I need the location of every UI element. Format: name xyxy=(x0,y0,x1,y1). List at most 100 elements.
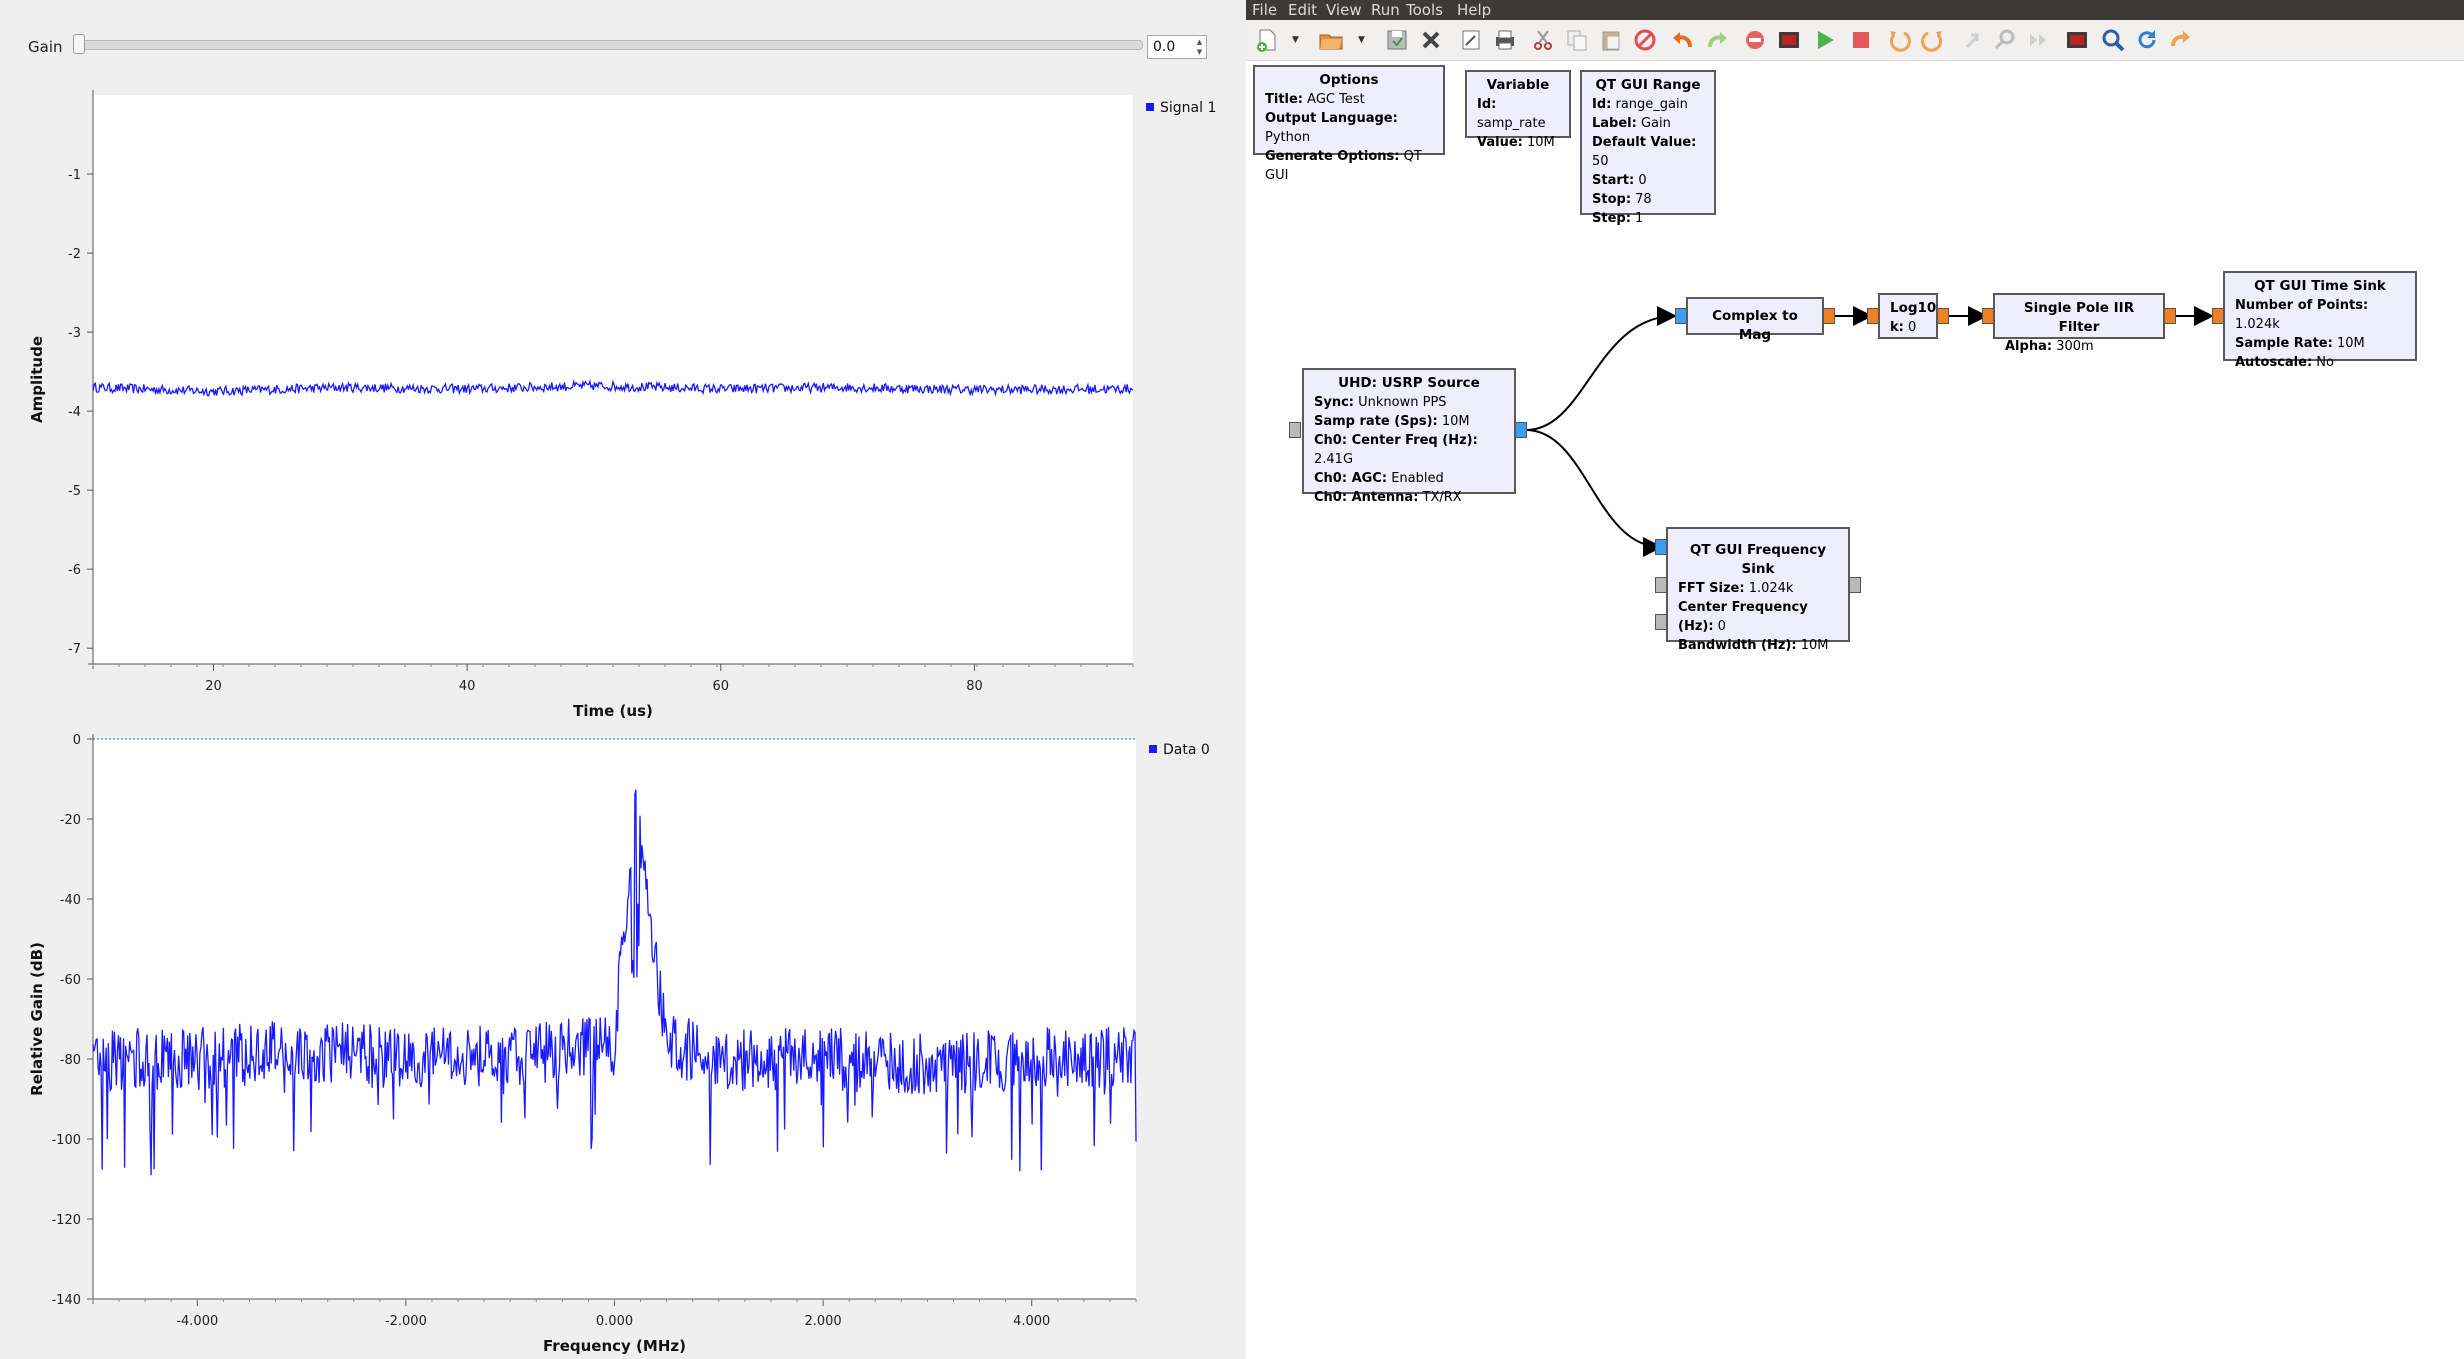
param-value: 2.41G xyxy=(1314,452,1354,467)
open-icon[interactable] xyxy=(1318,27,1344,53)
y-tick-label: -6 xyxy=(68,563,81,578)
reload-icon[interactable] xyxy=(2134,27,2160,53)
block-complex-to-mag[interactable]: Complex to Mag xyxy=(1686,297,1824,343)
menu-view[interactable]: View xyxy=(1326,1,1362,19)
param-value: 10M xyxy=(1441,414,1470,429)
wire-usrp-to-freqsink xyxy=(1525,429,1663,557)
y-tick-label: -2 xyxy=(68,247,81,262)
c2mag-input-port[interactable] xyxy=(1675,308,1687,324)
block-qt-gui-time-sink[interactable]: QT GUI Time Sink Number of Points: 1.024… xyxy=(2223,271,2417,370)
block-options[interactable]: Options Title: AGC Test Output Language:… xyxy=(1253,65,1445,183)
log10-output-port[interactable] xyxy=(1937,308,1949,324)
paste-icon[interactable] xyxy=(1598,27,1624,53)
param-value: Python xyxy=(1265,130,1311,145)
param-key: Alpha: xyxy=(2005,339,2053,354)
connection-wires xyxy=(1525,306,2214,557)
kill-icon[interactable] xyxy=(1848,27,1874,53)
param-value: No xyxy=(2316,355,2334,370)
log10-input-port[interactable] xyxy=(1867,308,1879,324)
block-qt-gui-freq-sink[interactable]: QT GUI Frequency Sink FFT Size: 1.024k C… xyxy=(1666,527,1850,653)
screenshot-icon[interactable] xyxy=(2064,27,2090,53)
param-key: Start: xyxy=(1592,173,1635,188)
print-icon[interactable] xyxy=(1492,27,1518,53)
rotate-cw-icon[interactable] xyxy=(1920,27,1946,53)
chevron-down-icon[interactable]: ▼ xyxy=(1358,35,1365,45)
y-tick-label: -4 xyxy=(68,405,81,420)
freqsink-msg-output-port[interactable] xyxy=(1849,577,1861,593)
menu-edit[interactable]: Edit xyxy=(1288,1,1317,19)
menu-tools[interactable]: Tools xyxy=(1406,1,1443,19)
legend-label: Data 0 xyxy=(1163,742,1210,758)
iir-output-port[interactable] xyxy=(2164,308,2176,324)
timesink-input-port[interactable] xyxy=(2212,308,2224,324)
param-value: range_gain xyxy=(1615,97,1688,112)
param-value: 10M xyxy=(1527,135,1555,150)
generate-icon[interactable] xyxy=(1776,27,1802,53)
search-icon[interactable] xyxy=(2100,27,2126,53)
menu-file[interactable]: File xyxy=(1252,1,1277,19)
block-title: QT GUI Range xyxy=(1595,77,1701,93)
flowgraph-canvas[interactable]: Options Title: AGC Test Output Language:… xyxy=(1246,61,2464,1359)
c2mag-output-port[interactable] xyxy=(1823,308,1835,324)
x-axis-label: Time (us) xyxy=(573,702,653,720)
block-title: Variable xyxy=(1486,77,1550,93)
menu-help[interactable]: Help xyxy=(1457,1,1491,19)
execute-icon[interactable] xyxy=(1812,27,1838,53)
param-value: 1 xyxy=(1635,211,1644,226)
iir-input-port[interactable] xyxy=(1982,308,1994,324)
wire-usrp-to-c2mag xyxy=(1525,306,1677,431)
properties-icon[interactable] xyxy=(1458,27,1484,53)
block-qt-gui-range[interactable]: QT GUI Range Id: range_gain Label: Gain … xyxy=(1580,70,1716,226)
cut-icon[interactable] xyxy=(1530,27,1556,53)
param-key: Ch0: Antenna: xyxy=(1314,490,1419,505)
param-value: Gain xyxy=(1640,116,1671,131)
x-tick-label: 0.000 xyxy=(596,1314,633,1329)
menu-bar: File Edit View Run Tools Help xyxy=(1246,0,2464,20)
block-usrp-source[interactable]: UHD: USRP Source Sync: Unknown PPS Samp … xyxy=(1302,368,1516,505)
disable-icon[interactable] xyxy=(1742,27,1768,53)
x-tick-label: 60 xyxy=(713,679,730,694)
param-key: Sample Rate: xyxy=(2235,336,2333,351)
param-key: Id: xyxy=(1592,97,1612,112)
freqsink-msg-port[interactable] xyxy=(1655,614,1667,630)
rotate-ccw-icon[interactable] xyxy=(1886,27,1912,53)
param-key: Ch0: AGC: xyxy=(1314,471,1388,486)
save-icon[interactable] xyxy=(1384,27,1410,53)
param-value: 10M xyxy=(1800,638,1829,653)
param-key: Ch0: Center Freq (Hz): xyxy=(1314,433,1478,448)
menu-run[interactable]: Run xyxy=(1371,1,1400,19)
block-title: Single Pole IIR Filter xyxy=(2023,300,2135,335)
param-value: 10M xyxy=(2336,336,2365,351)
delete-icon[interactable] xyxy=(1632,27,1658,53)
param-key: Samp rate (Sps): xyxy=(1314,414,1438,429)
new-icon[interactable] xyxy=(1254,27,1280,53)
block-title: Complex to Mag xyxy=(1712,308,1798,343)
y-tick-label: -1 xyxy=(68,168,81,183)
y-tick-label: -140 xyxy=(51,1293,81,1308)
param-value: 78 xyxy=(1635,192,1652,207)
param-key: Sync: xyxy=(1314,395,1354,410)
usrp-input-port[interactable] xyxy=(1289,422,1301,438)
redo-icon[interactable] xyxy=(1704,27,1730,53)
copy-icon[interactable] xyxy=(1564,27,1590,53)
freq-sink-plot: 0 -20 -40 -60 -80 -100 -120 -140 -4.000 -2.000 0.0… xyxy=(28,733,1210,1355)
enable-icon[interactable] xyxy=(1958,27,1984,53)
more-icon[interactable] xyxy=(2168,27,2194,53)
param-value: 1.024k xyxy=(2235,317,2280,332)
freqsink-msg-port[interactable] xyxy=(1655,577,1667,593)
x-axis-label: Frequency (MHz) xyxy=(543,1337,686,1355)
find-icon[interactable] xyxy=(1992,27,2018,53)
undo-icon[interactable] xyxy=(1670,27,1696,53)
chevron-down-icon[interactable]: ▼ xyxy=(1292,35,1299,45)
usrp-output-port[interactable] xyxy=(1515,422,1527,438)
param-key: Default Value: xyxy=(1592,135,1697,150)
block-log10[interactable]: Log10 k: 0 xyxy=(1878,293,1938,339)
legend-label: Signal 1 xyxy=(1160,100,1216,116)
block-variable[interactable]: Variable Id: samp_rate Value: 10M xyxy=(1465,70,1571,150)
freqsink-input-port[interactable] xyxy=(1655,539,1667,555)
bypass-icon[interactable] xyxy=(2026,27,2052,53)
close-icon[interactable] xyxy=(1418,27,1444,53)
param-key: Id: xyxy=(1477,97,1497,112)
block-iir-filter[interactable]: Single Pole IIR Filter Alpha: 300m xyxy=(1993,293,2165,354)
y-tick-label: -5 xyxy=(68,484,81,499)
